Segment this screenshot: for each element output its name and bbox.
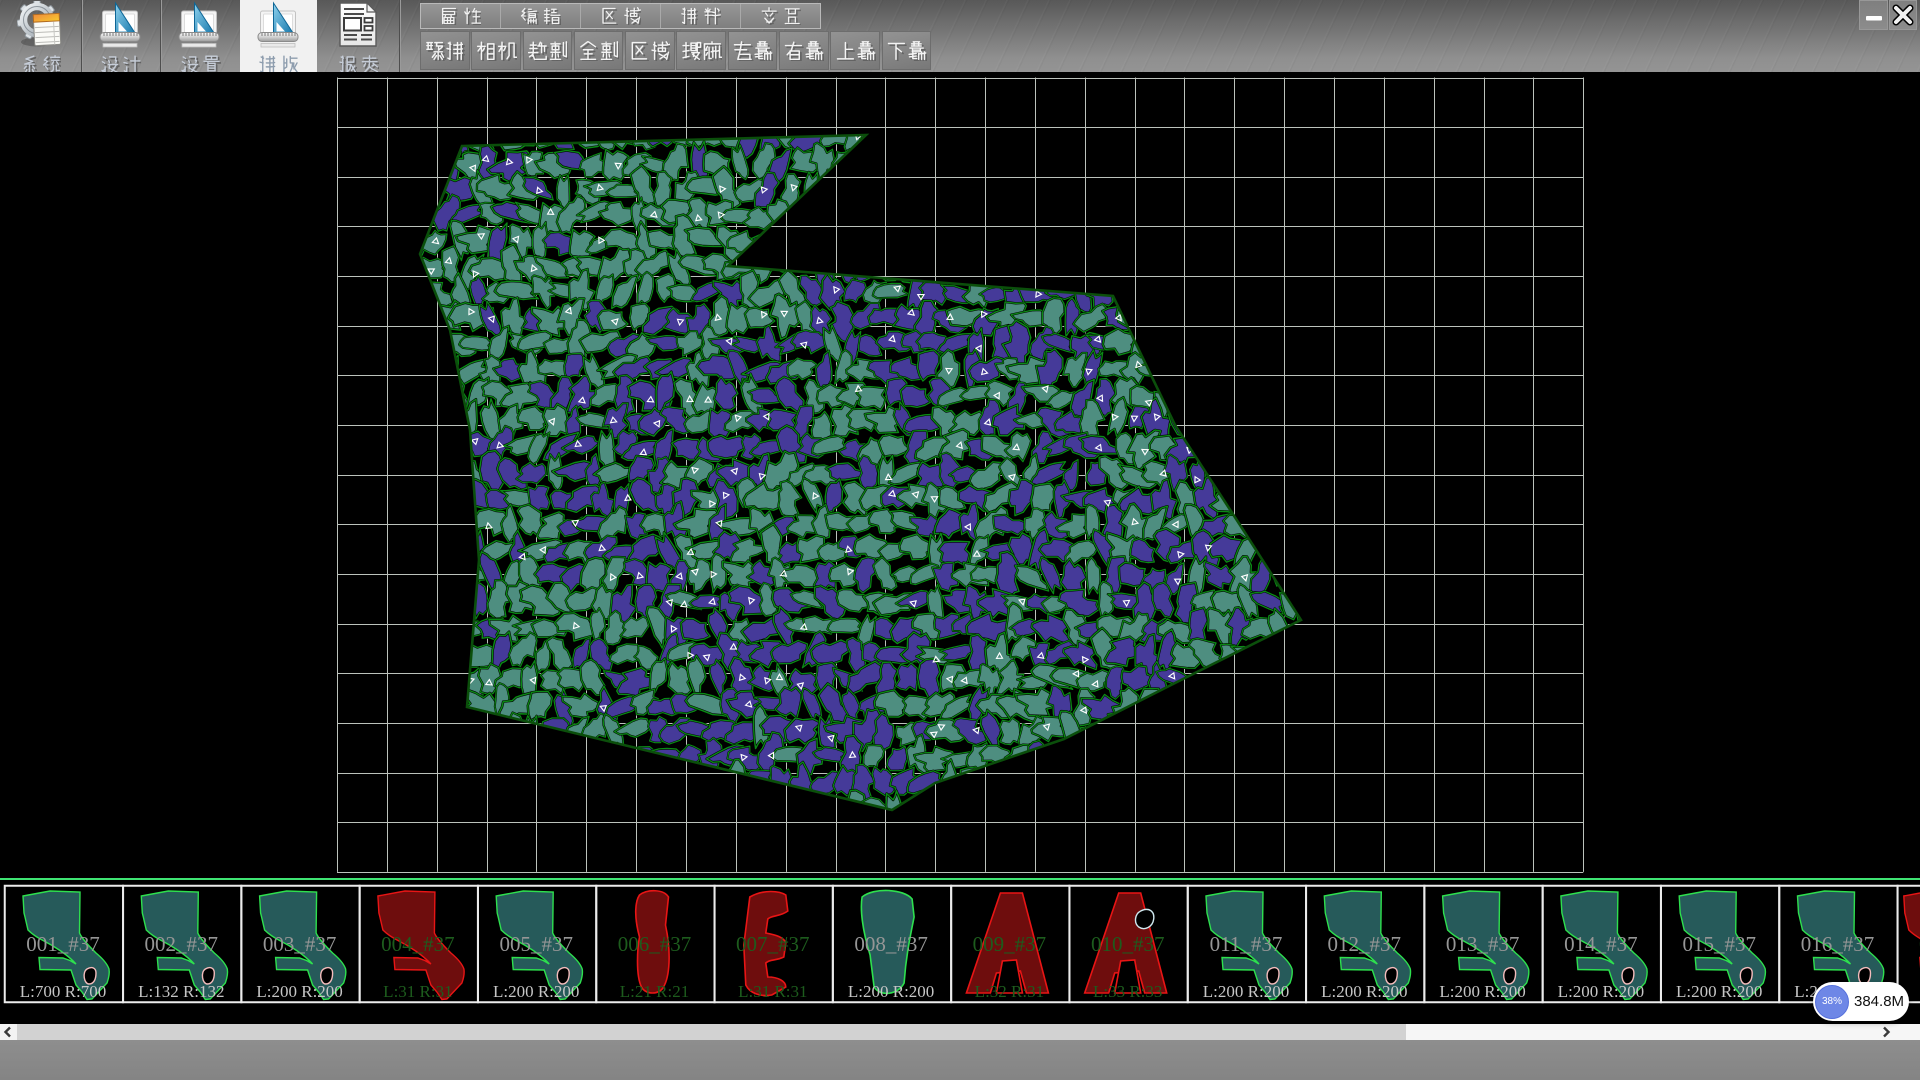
svg-text:016_#37: 016_#37	[1801, 932, 1875, 956]
svg-text:008_#37: 008_#37	[854, 932, 928, 956]
svg-text:L:33 R:33: L:33 R:33	[1093, 982, 1162, 1001]
svg-text:003_#37: 003_#37	[263, 932, 337, 956]
svg-text:002_#37: 002_#37	[145, 932, 219, 956]
svg-text:L:200 R:200: L:200 R:200	[493, 982, 579, 1001]
svg-text:L:32 R:31: L:32 R:31	[975, 982, 1044, 1001]
svg-text:004_#37: 004_#37	[381, 932, 455, 956]
svg-text:012_#37: 012_#37	[1328, 932, 1402, 956]
svg-text:014_#37: 014_#37	[1564, 932, 1638, 956]
svg-text:L:21 R:21: L:21 R:21	[620, 982, 689, 1001]
svg-text:L:31 R:31: L:31 R:31	[738, 982, 807, 1001]
svg-text:001_#37: 001_#37	[26, 932, 100, 956]
svg-text:L:700 R:700: L:700 R:700	[20, 982, 106, 1001]
svg-text:009_#37: 009_#37	[973, 932, 1047, 956]
svg-text:L:31 R:31: L:31 R:31	[383, 982, 452, 1001]
svg-text:013_#37: 013_#37	[1446, 932, 1520, 956]
svg-text:005_#37: 005_#37	[499, 932, 573, 956]
svg-text:L:132 R:132: L:132 R:132	[138, 982, 224, 1001]
svg-text:L:200 R:200: L:200 R:200	[1203, 982, 1289, 1001]
svg-text:L:200 R:200: L:200 R:200	[1558, 982, 1644, 1001]
svg-text:L:200 R:200: L:200 R:200	[1439, 982, 1525, 1001]
svg-text:L:200 R:200: L:200 R:200	[1321, 982, 1407, 1001]
svg-text:007_#37: 007_#37	[736, 932, 810, 956]
svg-text:015_#37: 015_#37	[1682, 932, 1756, 956]
svg-text:L:200 R:200: L:200 R:200	[848, 982, 934, 1001]
svg-text:L:200 R:200: L:200 R:200	[256, 982, 342, 1001]
svg-text:010_#37: 010_#37	[1091, 932, 1165, 956]
svg-text:006_#37: 006_#37	[618, 932, 692, 956]
svg-text:011_#37: 011_#37	[1210, 932, 1283, 956]
svg-text:L:200 R:200: L:200 R:200	[1676, 982, 1762, 1001]
